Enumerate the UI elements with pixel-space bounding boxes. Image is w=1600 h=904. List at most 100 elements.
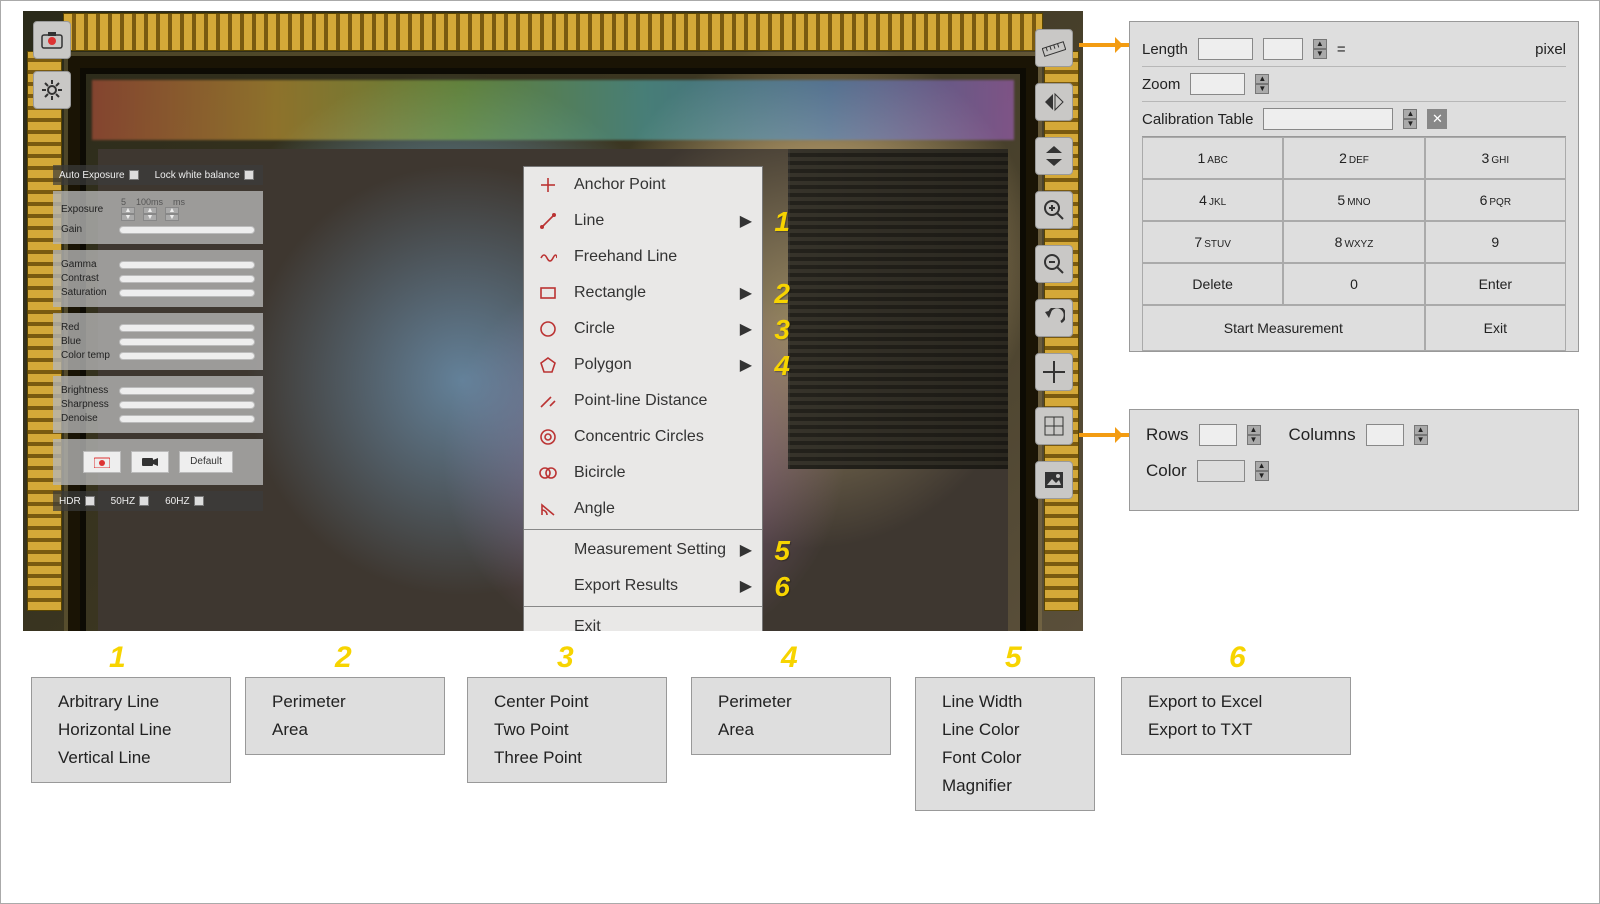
calib-table-spinner[interactable]: ▲▼: [1403, 109, 1417, 129]
ruler-button[interactable]: [1035, 29, 1073, 67]
zoom-field[interactable]: [1190, 73, 1245, 95]
settings-button[interactable]: [33, 71, 71, 109]
zoom-out-button[interactable]: [1035, 245, 1073, 283]
length-field-2[interactable]: [1263, 38, 1303, 60]
live-view: Auto Exposure Lock white balance Exposur…: [23, 11, 1083, 631]
slider-track[interactable]: [119, 415, 255, 423]
ctx-measurement-setting[interactable]: Measurement Setting▶5: [524, 532, 762, 568]
rows-field[interactable]: [1199, 424, 1237, 446]
key-3[interactable]: 3GHI: [1425, 137, 1566, 179]
video-icon: [142, 456, 158, 468]
ctx-freehand-line[interactable]: Freehand Line: [524, 239, 762, 275]
grid-view-button[interactable]: [1035, 407, 1073, 445]
submenu-item[interactable]: Export to TXT: [1148, 716, 1324, 744]
key-8[interactable]: 8WXYZ: [1283, 221, 1424, 263]
ctx-bicircle[interactable]: Bicircle: [524, 455, 762, 491]
slider-track[interactable]: [119, 324, 255, 332]
zoom-in-button[interactable]: [1035, 191, 1073, 229]
calib-table-field[interactable]: [1263, 108, 1393, 130]
rows-spinner[interactable]: ▲▼: [1247, 425, 1261, 445]
start-measurement-button[interactable]: Start Measurement: [1142, 305, 1425, 351]
key-5[interactable]: 5MNO: [1283, 179, 1424, 221]
panel-video-button[interactable]: [131, 451, 169, 473]
submenu-item[interactable]: Line Color: [942, 716, 1068, 744]
ctx-rectangle[interactable]: Rectangle▶2: [524, 275, 762, 311]
exp-spin-0[interactable]: ▲▼: [121, 207, 135, 221]
ctx-angle[interactable]: Angle: [524, 491, 762, 527]
ctx-point-line-distance[interactable]: Point-line Distance: [524, 383, 762, 419]
submenu-item[interactable]: Font Color: [942, 744, 1068, 772]
slider-track[interactable]: [119, 261, 255, 269]
slider-track[interactable]: [119, 289, 255, 297]
image-browse-button[interactable]: [1035, 461, 1073, 499]
submenu-item[interactable]: Arbitrary Line: [58, 688, 204, 716]
submenu-item[interactable]: Two Point: [494, 716, 640, 744]
auto-exposure-checkbox[interactable]: [129, 170, 139, 180]
submenu-item[interactable]: Area: [272, 716, 418, 744]
submenu-item[interactable]: Perimeter: [718, 688, 864, 716]
ctx-polygon[interactable]: Polygon▶4: [524, 347, 762, 383]
lock-wb-checkbox[interactable]: [244, 170, 254, 180]
undo-icon: [1043, 308, 1065, 328]
ctx-line[interactable]: Line▶1: [524, 203, 762, 239]
slider-track[interactable]: [119, 275, 255, 283]
slider-track[interactable]: [119, 338, 255, 346]
flip-horizontal-button[interactable]: [1035, 83, 1073, 121]
ctx-circle[interactable]: Circle▶3: [524, 311, 762, 347]
grid-color-swatch[interactable]: [1197, 460, 1245, 482]
key-9[interactable]: 9: [1425, 221, 1566, 263]
slider-track[interactable]: [119, 352, 255, 360]
ctx-anchor-point[interactable]: Anchor Point: [524, 167, 762, 203]
submenu-item[interactable]: Magnifier: [942, 772, 1068, 800]
submenu-item[interactable]: Perimeter: [272, 688, 418, 716]
panel-default-button[interactable]: Default: [179, 451, 233, 473]
submenu-item[interactable]: Vertical Line: [58, 744, 204, 772]
60hz-checkbox[interactable]: [194, 496, 204, 506]
ctx-export-results[interactable]: Export Results▶6: [524, 568, 762, 604]
slider-track[interactable]: [119, 401, 255, 409]
key-4[interactable]: 4JKL: [1142, 179, 1283, 221]
key-6[interactable]: 6PQR: [1425, 179, 1566, 221]
slider-label: Denoise: [61, 413, 113, 424]
hdr-checkbox[interactable]: [85, 496, 95, 506]
calibration-exit-button[interactable]: Exit: [1425, 305, 1566, 351]
length-field-1[interactable]: [1198, 38, 1253, 60]
exp-spin-1[interactable]: ▲▼: [143, 207, 157, 221]
flags-strip: HDR 50HZ 60HZ: [53, 491, 263, 511]
grid-color-spinner[interactable]: ▲▼: [1255, 461, 1269, 481]
columns-field[interactable]: [1366, 424, 1404, 446]
flip-vertical-button[interactable]: [1035, 137, 1073, 175]
ctx-concentric-circles[interactable]: Concentric Circles: [524, 419, 762, 455]
calib-table-delete-button[interactable]: ✕: [1427, 109, 1447, 129]
columns-spinner[interactable]: ▲▼: [1414, 425, 1428, 445]
zoom-spinner[interactable]: ▲▼: [1255, 74, 1269, 94]
camera-icon: [94, 456, 110, 468]
key-delete[interactable]: Delete: [1142, 263, 1283, 305]
ctx-exit-label: Exit: [574, 618, 601, 631]
submenu-item[interactable]: Line Width: [942, 688, 1068, 716]
key-7[interactable]: 7STUV: [1142, 221, 1283, 263]
slider-track[interactable]: [119, 226, 255, 234]
crosshair-button[interactable]: [1035, 353, 1073, 391]
undo-button[interactable]: [1035, 299, 1073, 337]
slider-denoise: Denoise: [61, 413, 255, 424]
submenu-item[interactable]: Area: [718, 716, 864, 744]
panel-photo-button[interactable]: [83, 451, 121, 473]
key-1[interactable]: 1ABC: [1142, 137, 1283, 179]
bicircle-icon: [538, 463, 558, 483]
capture-button[interactable]: [33, 21, 71, 59]
50hz-checkbox[interactable]: [139, 496, 149, 506]
length-spinner[interactable]: ▲▼: [1313, 39, 1327, 59]
submenu-item[interactable]: Center Point: [494, 688, 640, 716]
slider-label: Sharpness: [61, 399, 113, 410]
rows-label: Rows: [1146, 425, 1189, 445]
submenu-item[interactable]: Export to Excel: [1148, 688, 1324, 716]
slider-track[interactable]: [119, 387, 255, 395]
key-0[interactable]: 0: [1283, 263, 1424, 305]
submenu-item[interactable]: Horizontal Line: [58, 716, 204, 744]
exp-spin-2[interactable]: ▲▼: [165, 207, 179, 221]
key-enter[interactable]: Enter: [1425, 263, 1566, 305]
ctx-exit[interactable]: Exit: [524, 609, 762, 631]
key-2[interactable]: 2DEF: [1283, 137, 1424, 179]
submenu-item[interactable]: Three Point: [494, 744, 640, 772]
